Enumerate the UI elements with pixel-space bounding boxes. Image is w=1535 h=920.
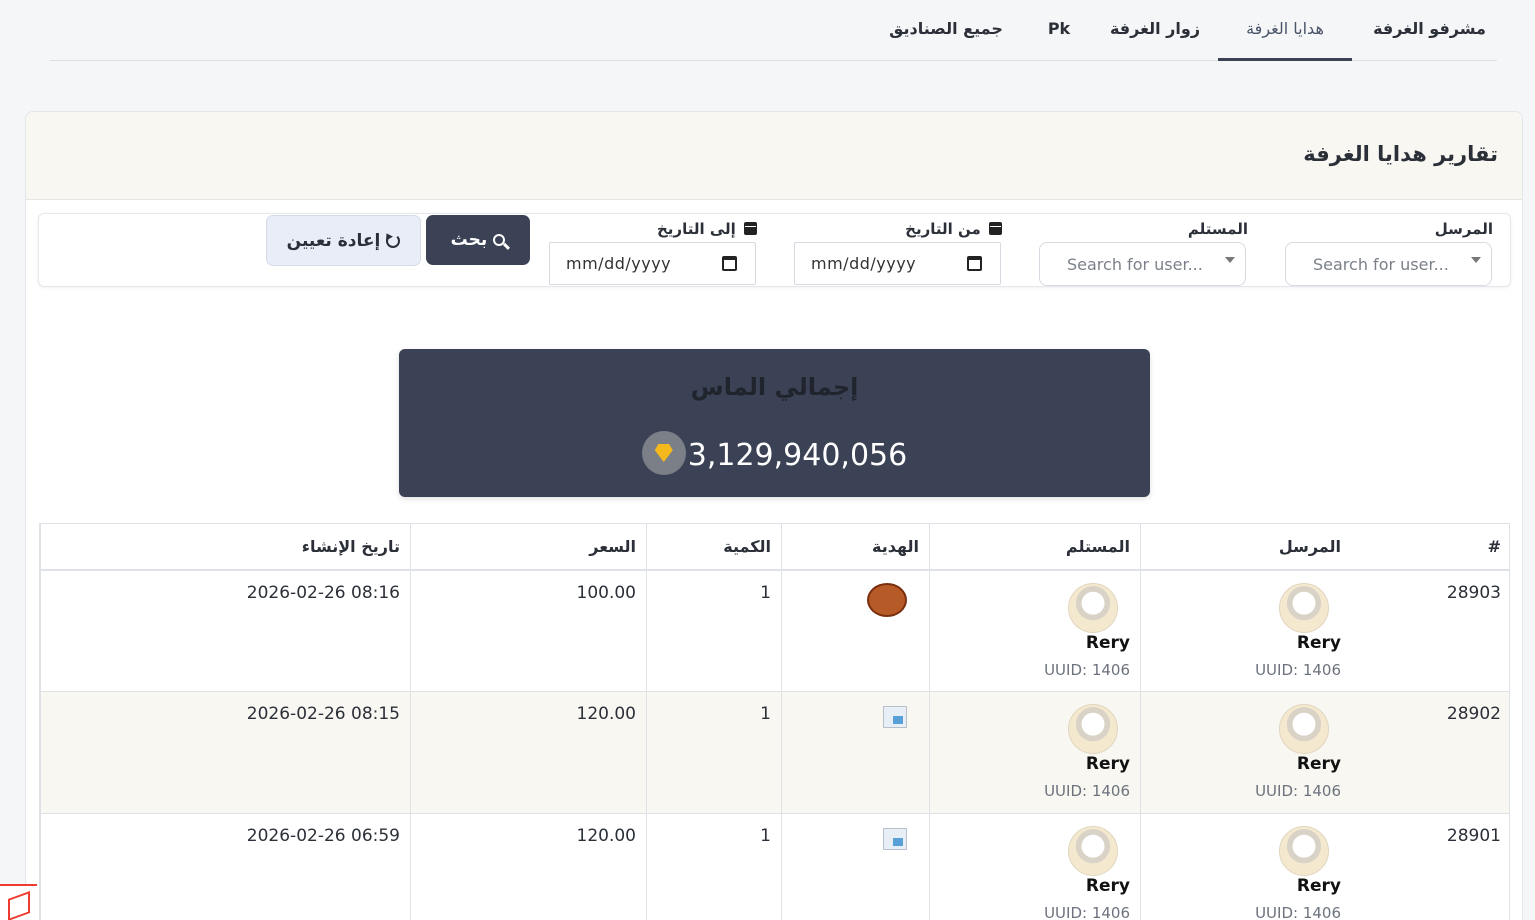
cell-quantity: 1 <box>646 692 781 813</box>
avatar <box>1279 826 1329 876</box>
col-created: تاريخ الإنشاء <box>40 524 410 569</box>
cell-quantity: 1 <box>646 571 781 691</box>
cell-id: 28903 <box>1446 583 1501 603</box>
col-id: # <box>1487 537 1501 556</box>
col-quantity: الكمية <box>646 524 781 569</box>
sender-uuid: UUID: 1406 <box>1255 904 1341 920</box>
cell-created: 2026-02-26 08:15 <box>40 692 410 813</box>
tab-all-boxes[interactable]: جميع الصناديق <box>872 0 1020 61</box>
diamond-icon <box>641 431 686 475</box>
total-diamonds-label: إجمالي الماس <box>690 373 859 401</box>
calendar-icon <box>989 222 1002 235</box>
search-icon <box>493 234 506 246</box>
table-row[interactable]: 28902 Rery UUID: 1406 Rery UUID: 1406 1 <box>40 692 1509 814</box>
cell-price: 120.00 <box>410 814 646 920</box>
cell-quantity: 1 <box>646 814 781 920</box>
tab-room-visitors[interactable]: زوار الغرفة <box>1102 0 1208 61</box>
tab-room-moderators[interactable]: مشرفو الغرفة <box>1362 0 1497 61</box>
col-sender: المرسل <box>1140 524 1351 569</box>
cell-created: 2026-02-26 08:16 <box>40 571 410 691</box>
cell-sender: Rery UUID: 1406 <box>1140 692 1351 813</box>
table-row[interactable]: 28903 Rery UUID: 1406 Rery UUID: 1406 1 <box>40 571 1509 692</box>
total-diamonds-value-row: 3,129,940,056 <box>399 431 1150 475</box>
to-date-label-text: إلى التاريخ <box>656 220 736 238</box>
search-button[interactable]: بحث <box>426 215 530 265</box>
table-header: # المرسل المستلم الهدية الكمية السعر تار… <box>40 524 1509 571</box>
receiver-uuid: UUID: 1406 <box>1044 661 1130 679</box>
room-gifts-card: تقارير هدايا الغرفة المرسل Search for us… <box>25 111 1523 920</box>
receiver-select[interactable]: Search for user... <box>1039 242 1246 286</box>
receiver-uuid: UUID: 1406 <box>1044 904 1130 920</box>
calendar-icon <box>744 222 757 235</box>
cell-created: 2026-02-26 06:59 <box>40 814 410 920</box>
gifts-table: # المرسل المستلم الهدية الكمية السعر تار… <box>39 523 1510 920</box>
receiver-name: Rery <box>1085 754 1130 774</box>
page-title: تقارير هدايا الغرفة <box>1303 142 1498 166</box>
sender-label: المرسل <box>1434 220 1493 238</box>
cell-id: 28901 <box>1446 826 1501 846</box>
to-date-input[interactable]: mm/dd/yyyy <box>549 242 756 285</box>
sender-uuid: UUID: 1406 <box>1255 661 1341 679</box>
cell-gift <box>781 814 929 920</box>
to-date-value: mm/dd/yyyy <box>566 254 672 273</box>
sender-name: Rery <box>1296 876 1341 896</box>
reset-button[interactable]: إعادة تعيين <box>266 215 421 266</box>
receiver-placeholder: Search for user... <box>1067 255 1203 274</box>
col-receiver: المستلم <box>929 524 1140 569</box>
receiver-label: المستلم <box>1187 220 1248 238</box>
chevron-down-icon <box>1225 257 1235 263</box>
search-button-label: بحث <box>450 230 488 250</box>
cell-receiver: Rery UUID: 1406 <box>929 814 1140 920</box>
receiver-uuid: UUID: 1406 <box>1044 782 1130 800</box>
sender-uuid: UUID: 1406 <box>1255 782 1341 800</box>
cell-price: 120.00 <box>410 692 646 813</box>
col-price: السعر <box>410 524 646 569</box>
cell-receiver: Rery UUID: 1406 <box>929 571 1140 691</box>
avatar <box>1068 826 1118 876</box>
broken-image-icon <box>883 828 907 850</box>
calendar-icon[interactable] <box>722 256 737 271</box>
laravel-logo-icon[interactable] <box>0 884 37 920</box>
avatar <box>1279 583 1329 633</box>
cell-price: 100.00 <box>410 571 646 691</box>
filter-bar: المرسل Search for user... المستلم Search… <box>38 213 1511 287</box>
chevron-down-icon <box>1471 257 1481 263</box>
col-gift: الهدية <box>781 524 929 569</box>
cell-sender: Rery UUID: 1406 <box>1140 571 1351 691</box>
tab-room-gifts[interactable]: هدايا الغرفة <box>1218 0 1352 61</box>
total-diamonds-value: 3,129,940,056 <box>687 438 908 473</box>
sender-name: Rery <box>1296 633 1341 653</box>
calendar-icon[interactable] <box>967 256 982 271</box>
reset-button-label: إعادة تعيين <box>286 231 381 251</box>
sender-placeholder: Search for user... <box>1313 255 1449 274</box>
broken-image-icon <box>883 706 907 728</box>
gift-image <box>867 583 907 617</box>
tab-bar: مشرفو الغرفة هدايا الغرفة زوار الغرفة Pk… <box>50 0 1497 61</box>
cell-gift <box>781 571 929 691</box>
avatar <box>1068 583 1118 633</box>
receiver-name: Rery <box>1085 633 1130 653</box>
tab-pk[interactable]: Pk <box>1033 0 1085 61</box>
to-date-label: إلى التاريخ <box>657 220 757 238</box>
sender-select[interactable]: Search for user... <box>1285 242 1492 286</box>
sender-name: Rery <box>1296 754 1341 774</box>
avatar <box>1279 704 1329 754</box>
table-row[interactable]: 28901 Rery UUID: 1406 Rery UUID: 1406 1 <box>40 814 1509 920</box>
cell-gift <box>781 692 929 813</box>
cell-sender: Rery UUID: 1406 <box>1140 814 1351 920</box>
from-date-label-text: من التاريخ <box>905 220 981 238</box>
card-header: تقارير هدايا الغرفة <box>26 112 1522 200</box>
from-date-value: mm/dd/yyyy <box>811 254 917 273</box>
avatar <box>1068 704 1118 754</box>
total-diamonds-panel: إجمالي الماس 3,129,940,056 <box>399 349 1150 497</box>
undo-icon <box>386 234 401 248</box>
from-date-label: من التاريخ <box>905 220 1002 238</box>
receiver-name: Rery <box>1085 876 1130 896</box>
cell-id: 28902 <box>1446 704 1501 724</box>
cell-receiver: Rery UUID: 1406 <box>929 692 1140 813</box>
from-date-input[interactable]: mm/dd/yyyy <box>794 242 1001 285</box>
